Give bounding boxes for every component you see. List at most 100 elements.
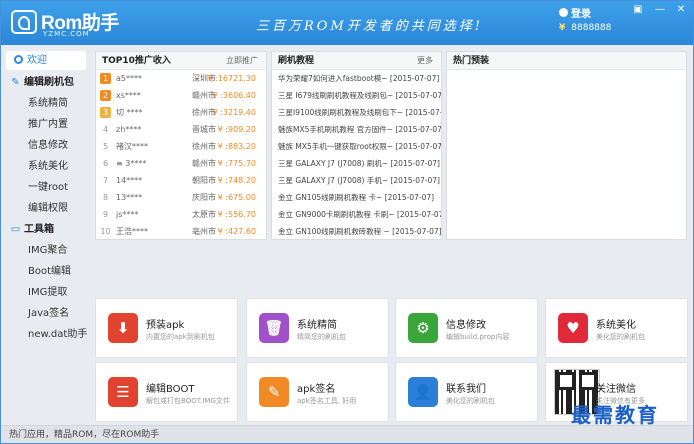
rank-number: 4	[102, 125, 109, 134]
coin-amount: 8888888	[571, 23, 612, 33]
rank-user: 13****	[116, 193, 143, 202]
info-edit-tile[interactable]: ⚙ 信息修改 编辑build.prop内容	[395, 298, 538, 358]
welcome-icon	[14, 55, 23, 64]
rank-panel: TOP10推广收入 立即推广 1 a5**** 深圳市 ¥ :16721.30 2 xs*…	[95, 51, 267, 240]
rank-row: 6 ≡ 3**** 赣州市 ¥ :775.70	[96, 155, 266, 172]
sidebar: 欢迎 ✎ 编辑刷机包 系统精简 推广内置 信息修改 系统美化 一键root 编辑权…	[2, 47, 90, 424]
login-button[interactable]: 登录	[559, 5, 591, 20]
coin-balance: ¥8888888	[559, 23, 611, 33]
rank-user: 切 ****	[116, 108, 143, 117]
tutorial-link[interactable]: 魅族 MX5手机一键获取root权限~ [2015-07-07]	[272, 138, 441, 155]
system-beautify-tile[interactable]: ♥ 系统美化 美化您的刷机包	[545, 298, 688, 358]
tutorial-list: 华为荣耀7如何进入fastboot模~ [2015-07-07] 三星 I679线…	[272, 70, 441, 240]
rank-row: 2 xs**** 赣州市 ¥ :3606.40	[96, 87, 266, 104]
rank-user: xs****	[116, 91, 141, 100]
system-slim-tile[interactable]: 🗑 系统精简 精简您的刷机包	[246, 298, 389, 358]
contact-us-tile[interactable]: 👤 联系我们 美化您的刷机包	[395, 362, 538, 422]
rank-amount: ¥ :16721.30	[207, 74, 257, 83]
rank-number: 2	[100, 90, 111, 101]
edit-boot-tile[interactable]: ☰ 编辑BOOT 解包或打包BOOT.IMG文件	[95, 362, 238, 422]
sidebar-item-label: 欢迎	[27, 55, 47, 66]
pencil-icon: ✎	[11, 77, 20, 88]
tutorial-panel: 刷机教程 更多 华为荣耀7如何进入fastboot模~ [2015-07-07]…	[271, 51, 442, 240]
skin-button[interactable]: ▣	[631, 4, 645, 16]
sidebar-item-permissions[interactable]: 编辑权限	[2, 198, 90, 219]
rank-amount: ¥ :883.20	[217, 142, 256, 151]
download-icon: ⬇	[108, 313, 138, 343]
sidebar-item-newdat[interactable]: new.dat助手	[2, 324, 90, 345]
rank-user: 褚汉****	[116, 142, 148, 151]
sidebar-item-img-merge[interactable]: IMG聚合	[2, 240, 90, 261]
sidebar-group-toolbox: ▭ 工具箱	[2, 219, 90, 240]
rank-amount: ¥ :748.20	[217, 176, 256, 185]
rank-row: 8 13**** 庆阳市 ¥ :675.00	[96, 189, 266, 206]
tutorial-panel-title: 刷机教程	[278, 56, 315, 66]
tile-title: 编辑BOOT	[146, 384, 195, 395]
layers-icon: ☰	[108, 377, 138, 407]
sidebar-item-welcome[interactable]: 欢迎	[6, 51, 86, 70]
sidebar-group-edit-rom: ✎ 编辑刷机包	[2, 72, 90, 93]
more-link[interactable]: 更多	[417, 52, 433, 70]
apk-sign-tile[interactable]: ✎ apk签名 apk签名工具, 好用	[246, 362, 389, 422]
rank-row: 5 褚汉**** 徐州市 ¥ :883.20	[96, 138, 266, 155]
rank-amount: ¥ :556.70	[217, 210, 256, 219]
app-logo-subtext: YZMC.COM	[43, 30, 90, 38]
title-bar: Rom助手 YZMC.COM 三百万ROM开发者的共同选择! 登录 ¥88888…	[1, 1, 693, 45]
slogan: 三百万ROM开发者的共同选择!	[256, 19, 483, 34]
rank-amount: ¥ :427.60	[217, 227, 256, 236]
rank-row: 4 zh**** 晋城市 ¥ :909.20	[96, 121, 266, 138]
tile-description: 美化您的刷机包	[446, 397, 495, 405]
rank-number: 3	[100, 107, 111, 118]
rank-row: 1 a5**** 深圳市 ¥ :16721.30	[96, 70, 266, 87]
tile-description: 美化您的刷机包	[596, 333, 645, 341]
tutorial-link[interactable]: 金立 GN105线刷刷机教程 卡~ [2015-07-07]	[272, 189, 441, 206]
sidebar-item-beautify[interactable]: 系统美化	[2, 156, 90, 177]
rank-user: ≡ 3****	[116, 159, 147, 168]
sidebar-item-java-sign[interactable]: Java签名	[2, 303, 90, 324]
tutorial-link[interactable]: 金立 GN9000卡刷刷机教程 卡刷~ [2015-07-07]	[272, 206, 441, 223]
tutorial-link[interactable]: 三星 GALAXY J7 (J7008) 刷机~ [2015-07-07]	[272, 155, 441, 172]
sidebar-item-boot-edit[interactable]: Boot编辑	[2, 261, 90, 282]
heart-icon: ♥	[558, 313, 588, 343]
rank-row: 10 王浩**** 亳州市 ¥ :427.60	[96, 223, 266, 240]
pen-icon: ✎	[259, 377, 289, 407]
rank-list: 1 a5**** 深圳市 ¥ :16721.30 2 xs**** 赣州市 ¥ :3606.4…	[96, 70, 266, 240]
app-window: Rom助手 YZMC.COM 三百万ROM开发者的共同选择! 登录 ¥88888…	[0, 0, 694, 444]
preinstall-apk-tile[interactable]: ⬇ 预装apk 内置您的apk到刷机包	[95, 298, 238, 358]
rank-number: 1	[100, 73, 111, 84]
tutorial-link[interactable]: 三星I9100线刷刷机教程及线刷包下~ [2015-07-07]	[272, 104, 441, 121]
rank-amount: ¥ :675.00	[217, 193, 256, 202]
tutorial-link[interactable]: 三星 GALAXY J7 (J7008) 手机~ [2015-07-07]	[272, 172, 441, 189]
hot-panel-header: 热门预装	[447, 52, 686, 70]
sidebar-item-promo[interactable]: 推广内置	[2, 114, 90, 135]
rank-number: 8	[102, 193, 109, 202]
tutorial-link[interactable]: 金立 GN100线刷刷机救砖教程 ~ [2015-07-07]	[272, 223, 441, 240]
minimize-button[interactable]: —	[653, 4, 667, 16]
rank-number: 6	[102, 159, 109, 168]
trash-icon: 🗑	[259, 313, 289, 343]
rank-user: zh****	[116, 125, 142, 134]
sidebar-item-info-edit[interactable]: 信息修改	[2, 135, 90, 156]
rank-city: 朝阳市	[192, 176, 216, 185]
rank-city: 庆阳市	[192, 193, 216, 202]
sidebar-item-root[interactable]: 一键root	[2, 177, 90, 198]
toolbox-icon: ▭	[10, 224, 21, 235]
tutorial-link[interactable]: 华为荣耀7如何进入fastboot模~ [2015-07-07]	[272, 70, 441, 87]
rank-amount: ¥ :775.70	[217, 159, 256, 168]
promote-now-link[interactable]: 立即推广	[226, 52, 258, 70]
rank-number: 5	[102, 142, 109, 151]
rank-amount: ¥ :3219.40	[212, 108, 256, 117]
rank-number: 9	[102, 210, 109, 219]
rank-row: 3切 **** 徐州市 ¥ :3219.40	[96, 104, 266, 121]
sidebar-item-slim[interactable]: 系统精简	[2, 93, 90, 114]
rank-city: 赣州市	[192, 159, 216, 168]
rank-user: a5****	[116, 74, 142, 83]
sidebar-item-img-extract[interactable]: IMG提取	[2, 282, 90, 303]
hot-panel-title: 热门预装	[453, 56, 490, 66]
rank-panel-header: TOP10推广收入 立即推广	[96, 52, 266, 70]
close-button[interactable]: ✕	[674, 4, 688, 16]
rank-row: 7 14**** 朝阳市 ¥ :748.20	[96, 172, 266, 189]
rank-number: 7	[102, 176, 109, 185]
tutorial-link[interactable]: 魅族MX5手机刷机教程 官方固件~ [2015-07-07]	[272, 121, 441, 138]
tutorial-link[interactable]: 三星 I679线刷刷机教程及线刷包~ [2015-07-07]	[272, 87, 441, 104]
